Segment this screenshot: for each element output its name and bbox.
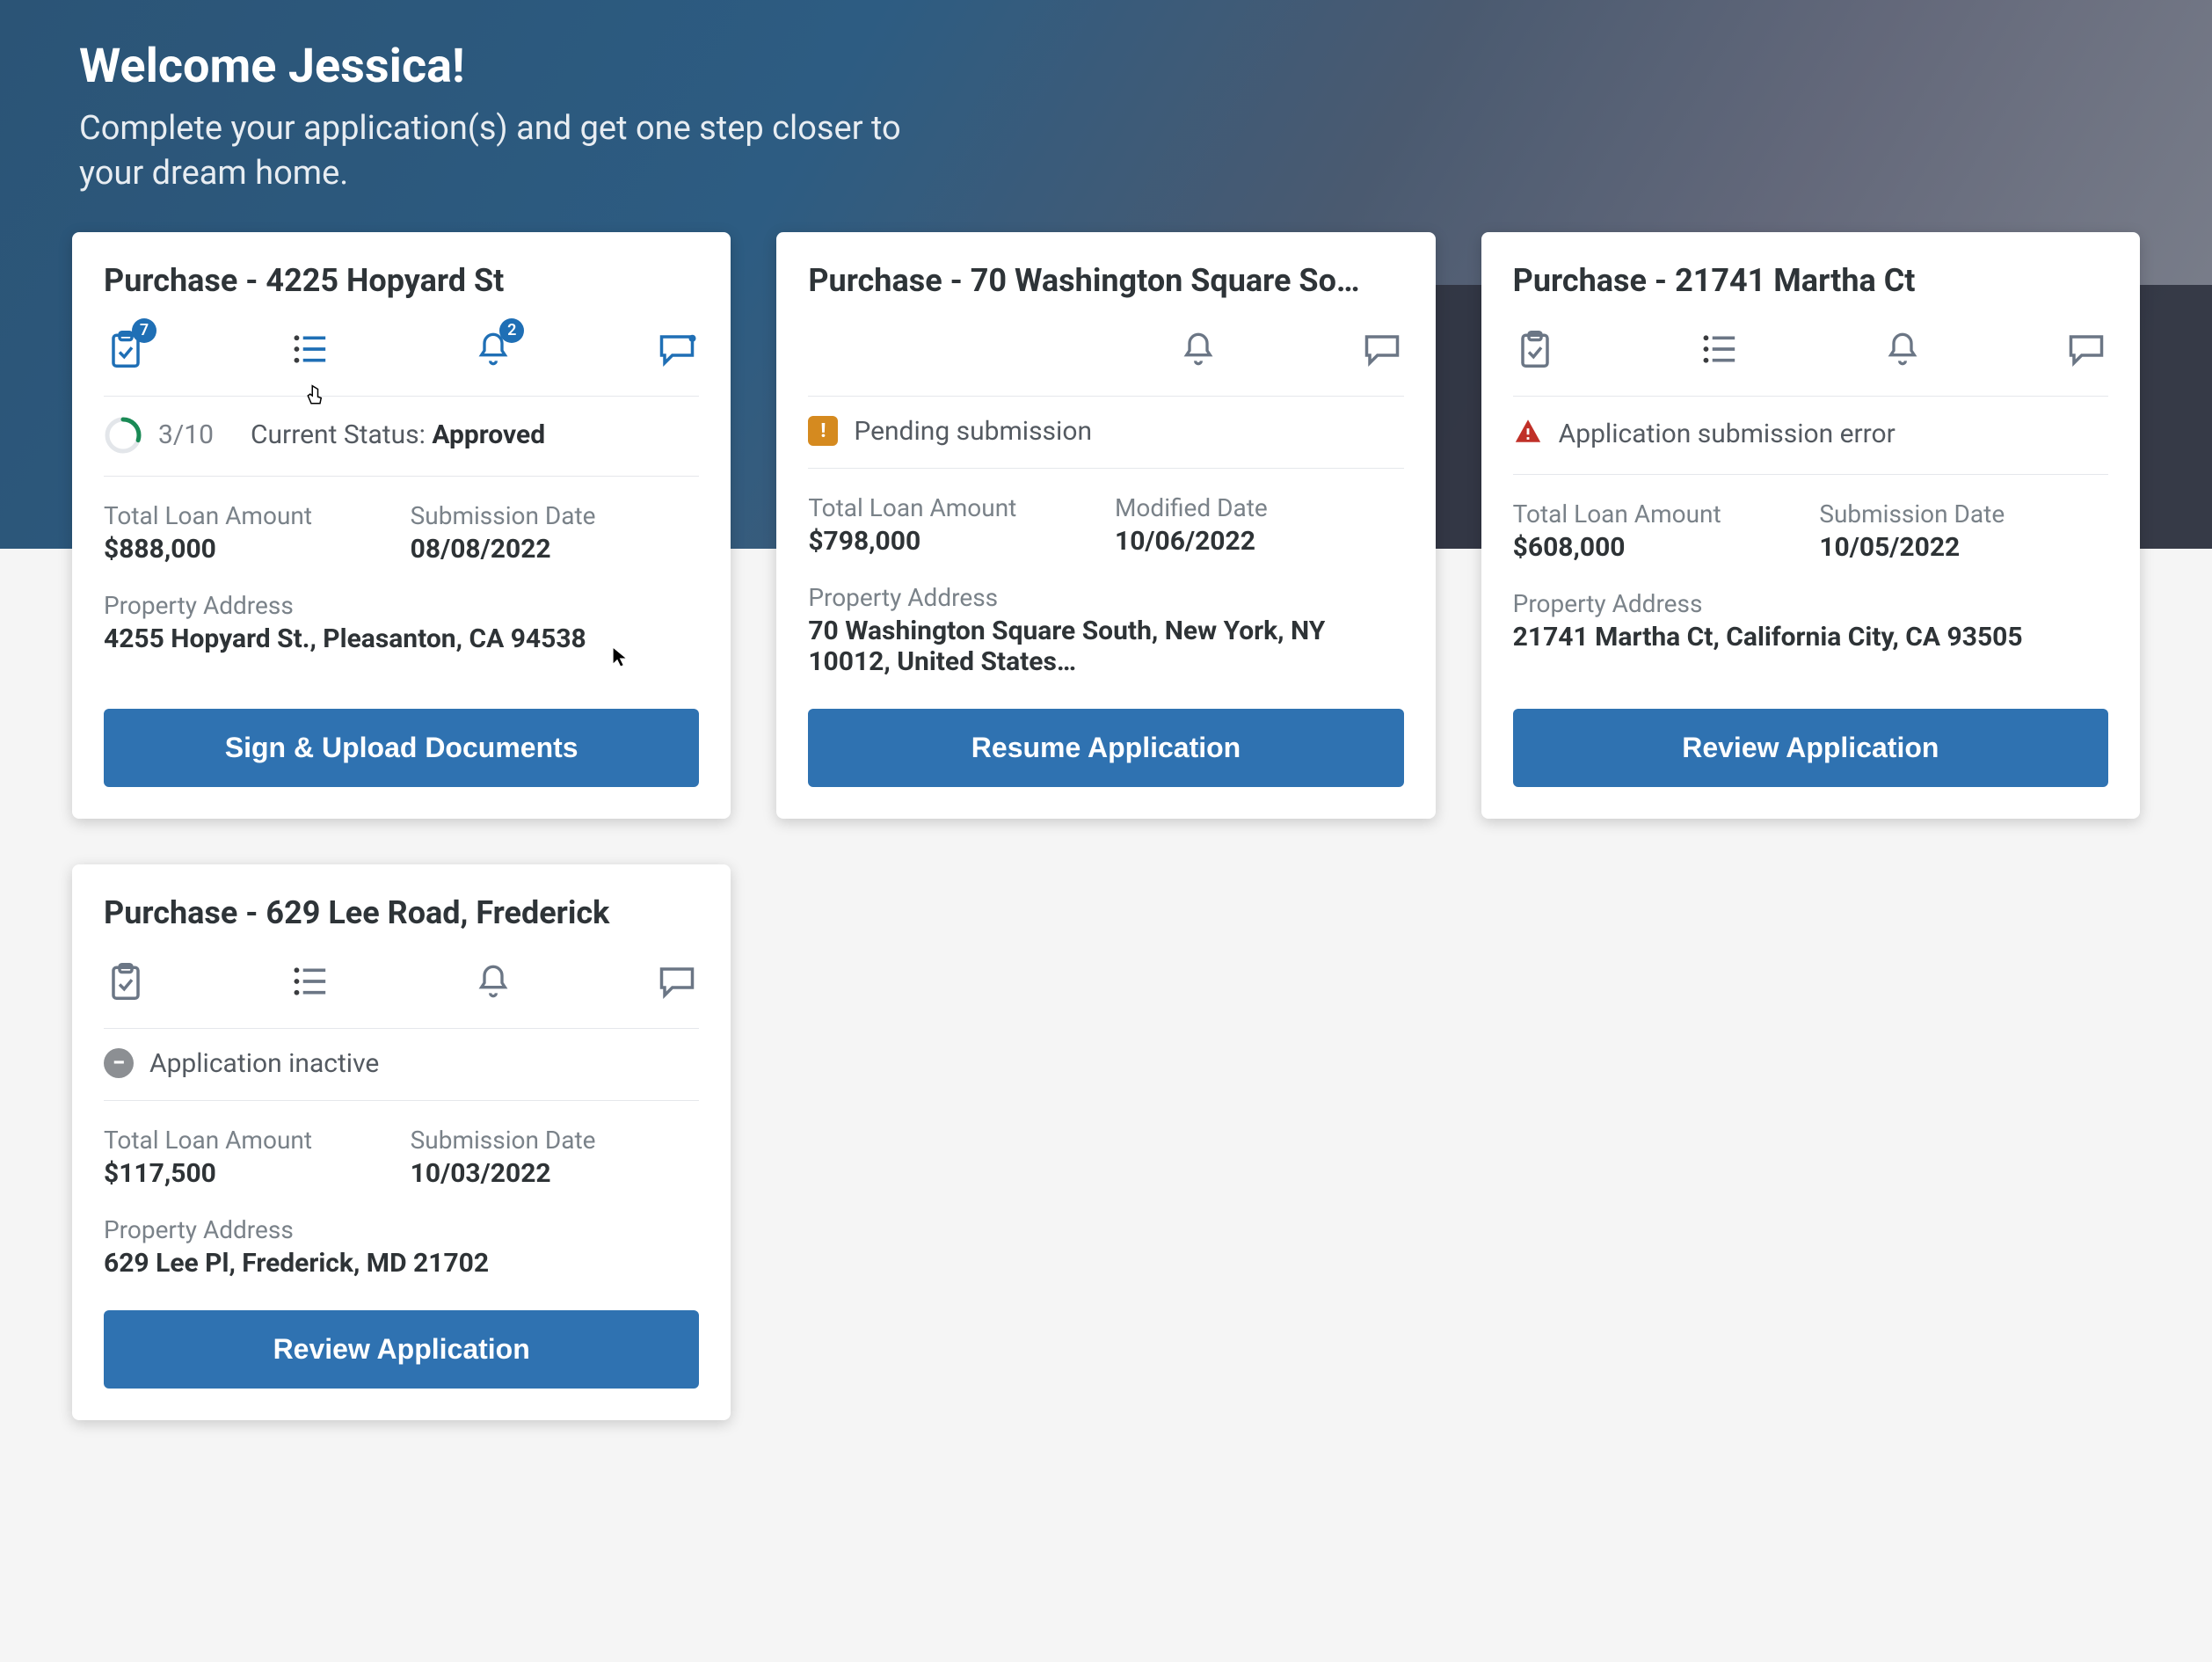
status-row: Application submission error [1513, 397, 2108, 475]
progress-text: 3/10 [158, 419, 214, 450]
chat-icon[interactable] [1360, 327, 1404, 371]
chat-icon[interactable] [2064, 327, 2108, 371]
card-title: Purchase - 21741 Martha Ct [1513, 262, 2108, 299]
card-icon-row [104, 959, 699, 1029]
applications-grid: Purchase - 4225 Hopyard St 7 2 3/10 Curr… [0, 232, 2212, 1491]
date-field: Submission Date 08/08/2022 [411, 501, 700, 565]
address-value: 629 Lee Pl, Frederick, MD 21702 [104, 1248, 699, 1279]
card-icon-row [808, 327, 1403, 397]
total-loan-label: Total Loan Amount [1513, 499, 1802, 528]
address-label: Property Address [104, 591, 699, 620]
status-row: ! Pending submission [808, 397, 1403, 469]
date-value: 10/05/2022 [1819, 532, 2108, 563]
details-grid: Total Loan Amount $798,000 Modified Date… [808, 469, 1403, 677]
status-label: Current Status: Approved [251, 419, 545, 450]
date-label: Submission Date [411, 501, 700, 530]
primary-cta-button[interactable]: Review Application [104, 1310, 699, 1389]
bell-icon[interactable] [1176, 327, 1220, 371]
date-label: Modified Date [1115, 493, 1404, 522]
alerts-badge: 2 [499, 318, 524, 343]
total-loan-value: $608,000 [1513, 532, 1802, 563]
welcome-title: Welcome Jessica! [79, 39, 2133, 94]
list-icon[interactable] [287, 327, 331, 371]
status-text: Application inactive [149, 1048, 379, 1079]
tasks-badge: 7 [132, 318, 156, 343]
status-row: − Application inactive [104, 1029, 699, 1101]
date-field: Modified Date 10/06/2022 [1115, 493, 1404, 557]
details-grid: Total Loan Amount $608,000 Submission Da… [1513, 475, 2108, 652]
application-card: Purchase - 70 Washington Square So… ! Pe… [776, 232, 1435, 819]
details-grid: Total Loan Amount $117,500 Submission Da… [104, 1101, 699, 1279]
card-title: Purchase - 629 Lee Road, Frederick [104, 894, 699, 931]
total-loan-value: $798,000 [808, 526, 1097, 557]
application-card: Purchase - 21741 Martha Ct Application s… [1481, 232, 2140, 819]
inactive-icon: − [104, 1048, 134, 1078]
application-card: Purchase - 4225 Hopyard St 7 2 3/10 Curr… [72, 232, 731, 819]
primary-cta-button[interactable]: Resume Application [808, 709, 1403, 787]
address-value: 4255 Hopyard St., Pleasanton, CA 94538 [104, 623, 699, 654]
chat-icon[interactable] [655, 327, 699, 371]
card-title: Purchase - 4225 Hopyard St [104, 262, 699, 299]
date-field: Submission Date 10/03/2022 [411, 1126, 700, 1189]
card-icon-row: 7 2 [104, 327, 699, 397]
bell-icon[interactable] [1881, 327, 1925, 371]
chat-icon[interactable] [655, 959, 699, 1003]
warning-icon: ! [808, 416, 838, 446]
primary-cta-button[interactable]: Sign & Upload Documents [104, 709, 699, 787]
address-label: Property Address [808, 583, 1403, 612]
date-value: 08/08/2022 [411, 534, 700, 565]
address-value: 21741 Martha Ct, California City, CA 935… [1513, 622, 2108, 652]
status-row: 3/10 Current Status: Approved [104, 397, 699, 477]
address-value: 70 Washington Square South, New York, NY… [808, 616, 1403, 677]
address-field: Property Address 70 Washington Square So… [808, 583, 1403, 677]
bell-icon[interactable] [471, 959, 515, 1003]
tasks-icon[interactable] [1513, 327, 1557, 371]
list-icon[interactable] [1697, 327, 1741, 371]
list-icon[interactable] [287, 959, 331, 1003]
total-loan-field: Total Loan Amount $117,500 [104, 1126, 393, 1189]
address-label: Property Address [1513, 589, 2108, 618]
tasks-icon[interactable] [104, 959, 148, 1003]
error-icon [1513, 416, 1543, 453]
tasks-icon[interactable]: 7 [104, 327, 148, 371]
date-label: Submission Date [411, 1126, 700, 1155]
status-value: Approved [432, 419, 545, 450]
date-field: Submission Date 10/05/2022 [1819, 499, 2108, 563]
total-loan-field: Total Loan Amount $608,000 [1513, 499, 1802, 563]
total-loan-value: $117,500 [104, 1158, 393, 1189]
total-loan-value: $888,000 [104, 534, 393, 565]
total-loan-label: Total Loan Amount [808, 493, 1097, 522]
primary-cta-button[interactable]: Review Application [1513, 709, 2108, 787]
total-loan-field: Total Loan Amount $798,000 [808, 493, 1097, 557]
welcome-subtitle: Complete your application(s) and get one… [79, 106, 923, 197]
total-loan-field: Total Loan Amount $888,000 [104, 501, 393, 565]
progress-ring-icon [104, 416, 142, 455]
total-loan-label: Total Loan Amount [104, 1126, 393, 1155]
address-field: Property Address 21741 Martha Ct, Califo… [1513, 589, 2108, 652]
application-card: Purchase - 629 Lee Road, Frederick − App… [72, 864, 731, 1420]
bell-icon[interactable]: 2 [471, 327, 515, 371]
date-value: 10/03/2022 [411, 1158, 700, 1189]
address-field: Property Address 4255 Hopyard St., Pleas… [104, 591, 699, 654]
total-loan-label: Total Loan Amount [104, 501, 393, 530]
date-value: 10/06/2022 [1115, 526, 1404, 557]
details-grid: Total Loan Amount $888,000 Submission Da… [104, 477, 699, 654]
status-text: Application submission error [1559, 419, 1895, 449]
address-field: Property Address 629 Lee Pl, Frederick, … [104, 1215, 699, 1279]
date-label: Submission Date [1819, 499, 2108, 528]
card-icon-row [1513, 327, 2108, 397]
status-text: Pending submission [854, 416, 1092, 447]
card-title: Purchase - 70 Washington Square So… [808, 262, 1403, 299]
address-label: Property Address [104, 1215, 699, 1244]
